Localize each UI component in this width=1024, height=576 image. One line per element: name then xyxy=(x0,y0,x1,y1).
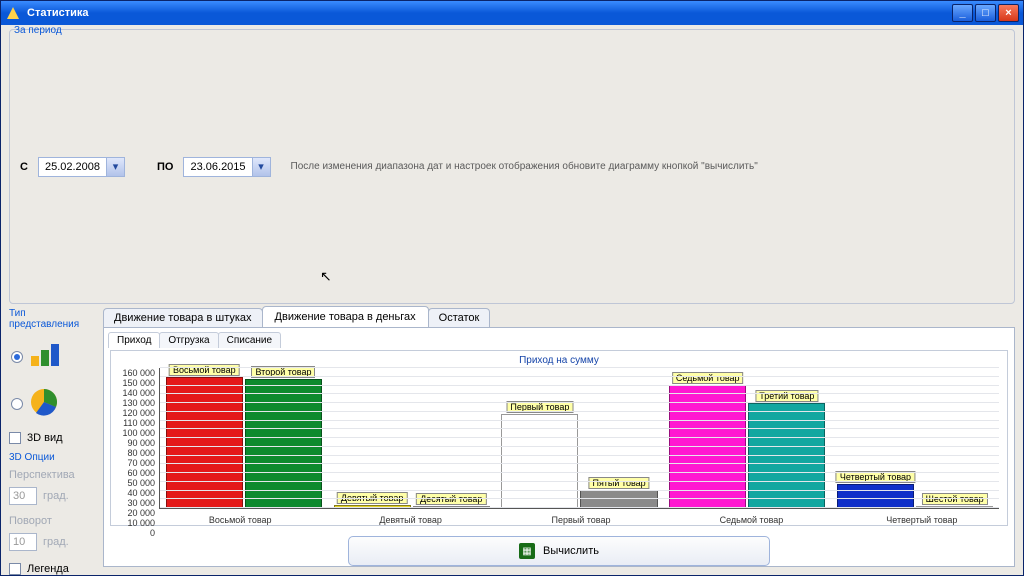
3d-checkbox[interactable]: 3D вид xyxy=(9,430,97,446)
date-to[interactable]: 23.06.2015 ▾ xyxy=(183,157,270,177)
subtab-shipment[interactable]: Отгрузка xyxy=(159,332,218,348)
from-label: С xyxy=(20,161,28,173)
bar-label: Пятый товар xyxy=(588,477,649,489)
bar[interactable]: Восьмой товар xyxy=(166,377,243,508)
bar-chart-icon xyxy=(29,342,65,371)
top-tabs: Движение товара в штуках Движение товара… xyxy=(103,306,1015,327)
deg-unit: град. xyxy=(43,490,69,502)
rotate-label: Поворот xyxy=(9,515,97,527)
y-tick: 110 000 xyxy=(123,418,155,428)
y-axis: 160 000150 000140 000130 000120 000110 0… xyxy=(115,368,159,509)
chart-plot[interactable]: 160 000150 000140 000130 000120 000110 0… xyxy=(111,368,1007,513)
date-to-value: 23.06.2015 xyxy=(184,161,251,173)
main-area: Движение товара в штуках Движение товара… xyxy=(103,306,1015,567)
calculate-label: Вычислить xyxy=(543,545,599,557)
calculate-button[interactable]: ▦ Вычислить xyxy=(348,536,770,566)
y-tick: 90 000 xyxy=(127,438,155,448)
bar-group: Первый товарПятый товар xyxy=(496,368,664,508)
tab-panel: Приход Отгрузка Списание Приход на сумму… xyxy=(103,327,1015,567)
perspective-label: Перспектива xyxy=(9,469,97,481)
checkbox-icon xyxy=(9,563,21,575)
sidebar: Тип представления xyxy=(9,306,97,567)
bar[interactable]: Четвертый товар xyxy=(837,484,914,509)
chart-bars: Восьмой товарВторой товарДевятый товарДе… xyxy=(160,368,999,508)
perspective-stepper: 30 град. xyxy=(9,485,97,507)
3d-label: 3D вид xyxy=(27,432,63,444)
pie-chart-icon xyxy=(29,387,59,420)
date-from-value: 25.02.2008 xyxy=(39,161,106,173)
y-tick: 50 000 xyxy=(127,478,155,488)
titlebar: Статистика _ □ × xyxy=(1,1,1023,25)
sub-tabs: Приход Отгрузка Списание xyxy=(104,328,1014,348)
tab-units[interactable]: Движение товара в штуках xyxy=(103,308,263,327)
bar-group: Девятый товарДесятый товар xyxy=(328,368,496,508)
bar-label: Третий товар xyxy=(755,390,818,402)
maximize-button[interactable]: □ xyxy=(975,4,996,22)
x-tick: Первый товар xyxy=(496,513,666,525)
x-axis-labels: Восьмой товарДевятый товарПервый товарСе… xyxy=(111,513,1007,525)
y-tick: 40 000 xyxy=(127,488,155,498)
tab-money[interactable]: Движение товара в деньгах xyxy=(262,306,429,327)
subtab-incoming[interactable]: Приход xyxy=(108,332,160,348)
y-tick: 130 000 xyxy=(122,398,155,408)
bar-group: Четвертый товарШестой товар xyxy=(831,368,999,508)
chart-container: Приход на сумму 160 000150 000140 000130… xyxy=(110,350,1008,526)
footer: ▦ Вычислить xyxy=(104,532,1014,566)
chart-grid: Восьмой товарВторой товарДевятый товарДе… xyxy=(159,368,999,509)
chevron-down-icon[interactable]: ▾ xyxy=(252,158,270,176)
perspective-value[interactable]: 30 xyxy=(9,487,37,505)
legend-checkbox[interactable]: Легенда xyxy=(9,561,97,575)
period-hint: После изменения диапазона дат и настроек… xyxy=(291,161,758,172)
tab-remainder[interactable]: Остаток xyxy=(428,308,491,327)
chart-title: Приход на сумму xyxy=(111,351,1007,368)
rotate-value[interactable]: 10 xyxy=(9,533,37,551)
bar-group: Седьмой товар Третий товар xyxy=(663,368,831,508)
y-tick: 100 000 xyxy=(122,428,155,438)
to-label: ПО xyxy=(157,161,173,173)
x-tick: Восьмой товар xyxy=(155,513,325,525)
radio-icon xyxy=(11,398,23,410)
chevron-down-icon[interactable]: ▾ xyxy=(106,158,124,176)
subtab-writeoff[interactable]: Списание xyxy=(218,332,281,348)
y-tick: 160 000 xyxy=(122,368,155,378)
y-tick: 70 000 xyxy=(127,458,155,468)
y-tick: 150 000 xyxy=(122,378,155,388)
bar-label: Седьмой товар xyxy=(672,372,744,384)
view-type-title: Тип представления xyxy=(9,306,97,332)
x-tick: Девятый товар xyxy=(325,513,495,525)
legend-label: Легенда xyxy=(27,563,69,575)
y-tick: 60 000 xyxy=(127,468,155,478)
date-from[interactable]: 25.02.2008 ▾ xyxy=(38,157,125,177)
x-tick: Седьмой товар xyxy=(666,513,836,525)
3d-options-title: 3D Опции xyxy=(9,450,97,465)
app-icon xyxy=(5,5,21,21)
window-title: Статистика xyxy=(27,7,950,19)
y-tick: 80 000 xyxy=(127,448,155,458)
minimize-button[interactable]: _ xyxy=(952,4,973,22)
view-pie-radio[interactable] xyxy=(9,381,97,426)
x-tick: Четвертый товар xyxy=(837,513,1007,525)
bar-label: Восьмой товар xyxy=(169,364,240,376)
view-bar-radio[interactable] xyxy=(9,336,97,377)
period-group-title: За период xyxy=(14,25,62,36)
checkbox-icon xyxy=(9,432,21,444)
y-tick: 30 000 xyxy=(127,498,155,508)
y-tick: 140 000 xyxy=(122,388,155,398)
deg-unit: град. xyxy=(43,536,69,548)
close-button[interactable]: × xyxy=(998,4,1019,22)
content: За период С 25.02.2008 ▾ ПО 23.06.2015 ▾… xyxy=(1,25,1023,575)
app-window: Статистика _ □ × За период С 25.02.2008 … xyxy=(0,0,1024,576)
rotate-stepper: 10 град. xyxy=(9,531,97,553)
bar-group: Восьмой товарВторой товар xyxy=(160,368,328,508)
period-panel: С 25.02.2008 ▾ ПО 23.06.2015 ▾ После изм… xyxy=(9,29,1015,304)
y-tick: 120 000 xyxy=(122,408,155,418)
calculator-icon: ▦ xyxy=(519,543,535,559)
radio-icon xyxy=(11,351,23,363)
